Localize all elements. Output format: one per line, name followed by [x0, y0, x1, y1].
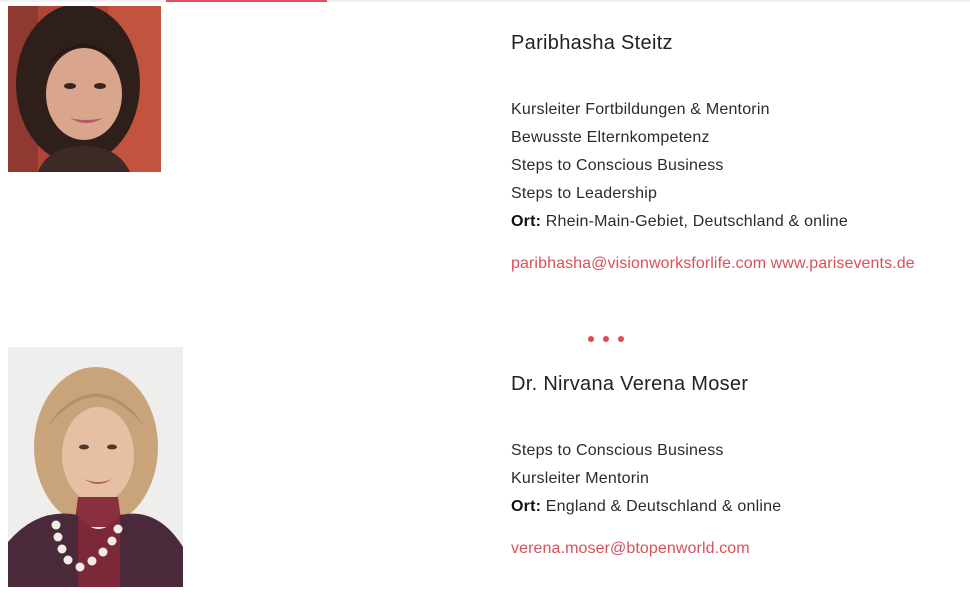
portrait-paribhasha-steitz — [8, 6, 161, 172]
location-line: Ort: England & Deutschland & online — [511, 493, 966, 521]
role-list: Steps to Conscious Business Kursleiter M… — [511, 437, 966, 521]
top-accent-bar — [166, 0, 327, 2]
email-link[interactable]: verena.moser@btopenworld.com — [511, 540, 750, 557]
location-label: Ort: — [511, 213, 542, 230]
role-item: Steps to Leadership — [511, 185, 658, 202]
role-item: Kursleiter Fortbildungen & Mentorin — [511, 101, 770, 118]
email-link[interactable]: paribhasha@visionworksforlife.com — [511, 255, 766, 272]
website-link[interactable]: www.parisevents.de — [771, 255, 915, 272]
contact-links: verena.moser@btopenworld.com — [511, 535, 966, 563]
role-item: Steps to Conscious Business — [511, 157, 724, 174]
three-dots-icon — [588, 336, 624, 342]
role-item: Kursleiter Mentorin — [511, 470, 650, 487]
person-card-1: Paribhasha Steitz Kursleiter Fortbildung… — [511, 30, 966, 278]
location-label: Ort: — [511, 498, 542, 515]
person-name: Paribhasha Steitz — [511, 32, 673, 54]
person-name: Dr. Nirvana Verena Moser — [511, 373, 749, 395]
role-item: Steps to Conscious Business — [511, 442, 724, 459]
contact-links: paribhasha@visionworksforlife.com www.pa… — [511, 250, 966, 278]
location-value: Rhein-Main-Gebiet, Deutschland & online — [545, 213, 848, 230]
role-item: Bewusste Elternkompetenz — [511, 129, 710, 146]
portrait-nirvana-verena-moser — [8, 347, 183, 587]
role-list: Kursleiter Fortbildungen & Mentorin Bewu… — [511, 96, 966, 236]
location-line: Ort: Rhein-Main-Gebiet, Deutschland & on… — [511, 208, 966, 236]
dot — [618, 336, 624, 342]
top-divider — [0, 0, 970, 2]
location-value: England & Deutschland & online — [545, 498, 782, 515]
dot — [588, 336, 594, 342]
dot — [603, 336, 609, 342]
person-card-2: Dr. Nirvana Verena Moser Steps to Consci… — [511, 371, 966, 563]
